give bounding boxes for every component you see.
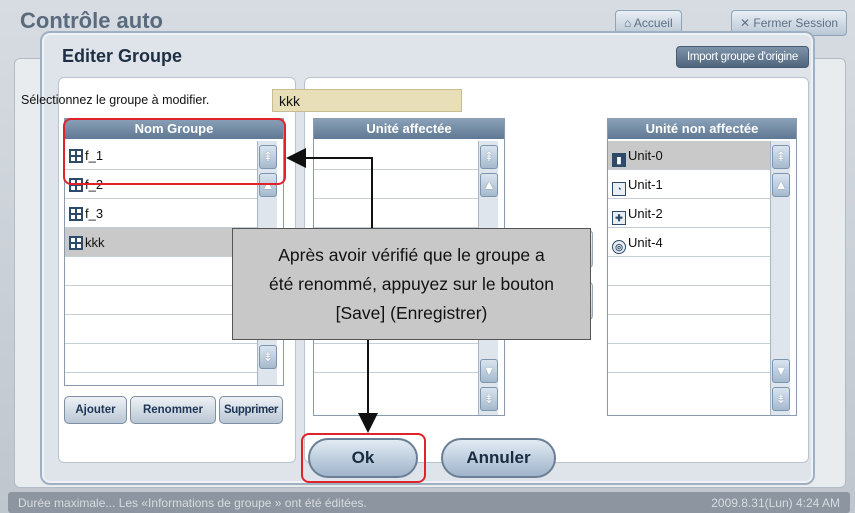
callout-line-3: [Save] (Enregistrer) bbox=[335, 303, 488, 323]
callout-line-2: été renommé, appuyez sur le bouton bbox=[268, 274, 555, 294]
instruction-callout: Après avoir vérifié que le groupe a été … bbox=[232, 228, 591, 340]
arrow-to-group-list bbox=[286, 148, 373, 228]
callout-line-1: Après avoir vérifié que le groupe a bbox=[278, 245, 545, 265]
